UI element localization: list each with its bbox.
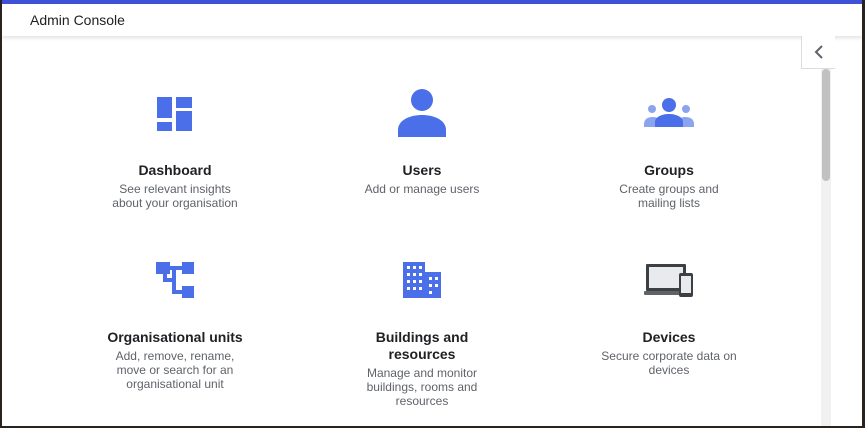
card-description: Add, remove, rename, move or search for … bbox=[115, 349, 235, 391]
groups-icon bbox=[644, 98, 694, 127]
card-users[interactable]: Users Add or manage users bbox=[302, 83, 542, 196]
header-bar: Admin Console bbox=[2, 4, 862, 36]
card-title: Dashboard bbox=[138, 162, 212, 178]
card-organisational-units[interactable]: Organisational units Add, remove, rename… bbox=[55, 250, 295, 391]
card-description: Secure corporate data on devices bbox=[601, 349, 737, 377]
org-units-icon bbox=[156, 262, 194, 298]
card-description: See relevant insights about your organis… bbox=[112, 182, 238, 210]
card-buildings-and-resources[interactable]: Buildings and resources Manage and monit… bbox=[302, 250, 542, 408]
scrollbar-thumb[interactable] bbox=[822, 69, 830, 181]
vertical-scrollbar[interactable] bbox=[821, 69, 831, 426]
card-description: Add or manage users bbox=[364, 182, 480, 196]
card-devices[interactable]: Devices Secure corporate data on devices bbox=[549, 250, 789, 377]
card-title: Users bbox=[402, 162, 442, 178]
card-dashboard[interactable]: Dashboard See relevant insights about yo… bbox=[55, 83, 295, 210]
card-title: Buildings and resources bbox=[375, 329, 469, 362]
devices-icon bbox=[644, 264, 693, 297]
card-groups[interactable]: Groups Create groups and mailing lists bbox=[549, 83, 789, 210]
card-title: Organisational units bbox=[107, 329, 243, 345]
card-title: Devices bbox=[642, 329, 696, 345]
app-title: Admin Console bbox=[30, 12, 125, 28]
building-icon bbox=[403, 262, 441, 298]
collapse-panel-button[interactable] bbox=[801, 36, 835, 69]
card-title: Groups bbox=[644, 162, 694, 178]
card-description: Create groups and mailing lists bbox=[619, 182, 719, 210]
admin-console-window: Admin Console Dashboard See relevant ins… bbox=[2, 0, 862, 426]
dashboard-icon bbox=[157, 97, 192, 131]
chevron-left-icon bbox=[814, 45, 823, 59]
user-icon bbox=[398, 89, 446, 137]
card-description: Manage and monitor buildings, rooms and … bbox=[366, 366, 478, 408]
